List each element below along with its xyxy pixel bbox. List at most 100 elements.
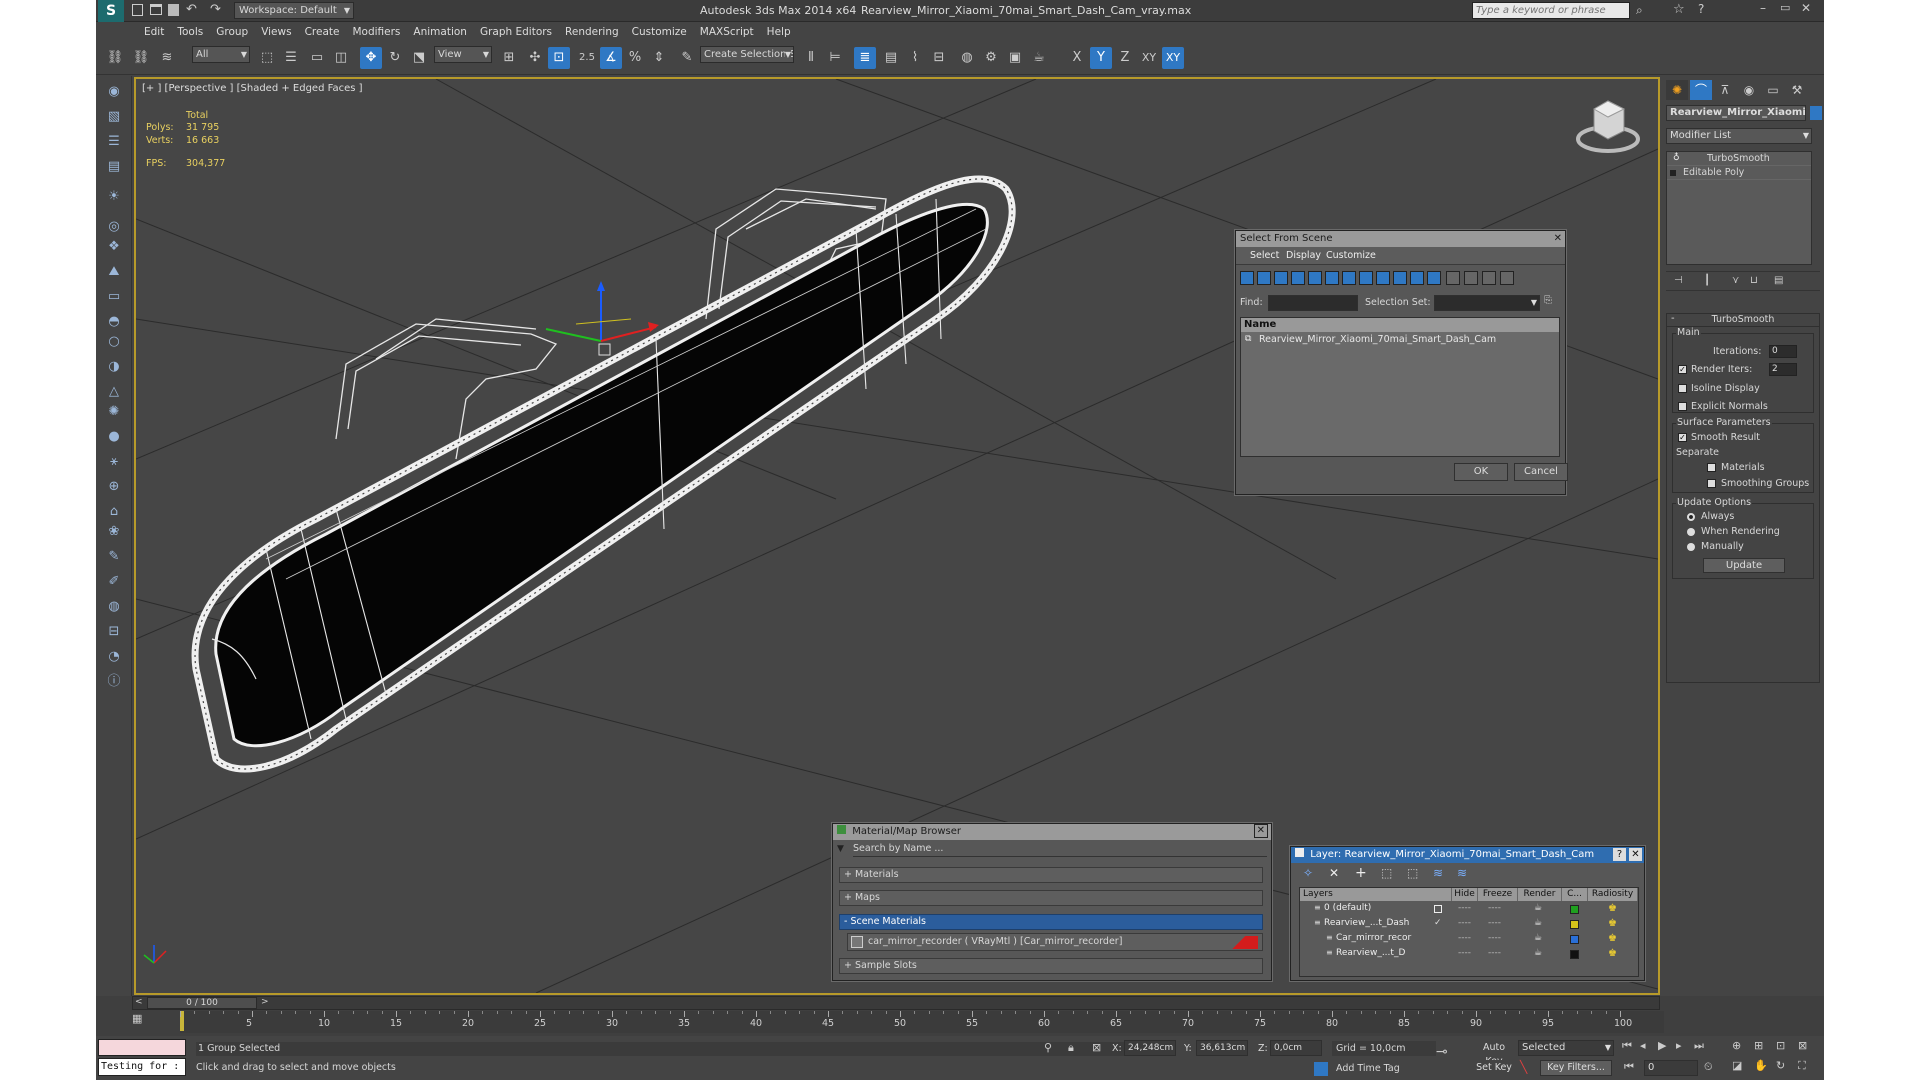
y-coord-field[interactable]: 36,613cm [1196, 1040, 1248, 1056]
menu-help[interactable]: Help [767, 22, 791, 42]
pan-icon[interactable]: ✋ [1754, 1059, 1768, 1072]
named-selection-dropdown[interactable]: Create Selection Se ▼ [700, 46, 794, 63]
radiosity-icon[interactable]: ♚ [1608, 933, 1617, 944]
render-teapot-icon[interactable]: ☕ [1534, 948, 1542, 958]
light-bulb-icon[interactable]: ♁ [1673, 153, 1680, 163]
maximize-viewport-icon[interactable]: ⛶ [1798, 1059, 1806, 1073]
layer-column-header[interactable]: Hide [1452, 888, 1478, 901]
time-slider-thumb[interactable]: 0 / 100 [147, 997, 257, 1009]
isolate-toggle-icon[interactable]: ⚲ [1044, 1041, 1052, 1054]
rollout-header[interactable]: - TurboSmooth [1667, 313, 1819, 327]
materials-checkbox[interactable] [1707, 463, 1716, 472]
add-to-layer-icon[interactable]: + [1355, 865, 1367, 881]
render-iters-spinner[interactable]: 2 [1769, 363, 1797, 376]
selection-filter-dropdown[interactable]: All ▼ [192, 46, 250, 63]
filter-toggle-icon[interactable] [1427, 271, 1441, 285]
key-mode-icon[interactable]: ⊸ [1436, 1044, 1448, 1060]
mirror-icon[interactable]: ⫴ [800, 47, 822, 69]
axis-xy-cycle-button[interactable]: XY [1162, 47, 1184, 69]
spinner-snap-icon[interactable]: ⇕ [648, 47, 670, 69]
open-file-icon[interactable] [150, 4, 162, 15]
viewcube[interactable] [1576, 100, 1640, 153]
list-item[interactable]: ⧉ Rearview_Mirror_Xiaomi_70mai_Smart_Das… [1243, 334, 1557, 347]
menu-group[interactable]: Group [216, 22, 248, 42]
selection-set-dropdown[interactable]: ▼ [1434, 295, 1540, 311]
remove-modifier-icon[interactable]: ⊔ [1750, 275, 1758, 286]
bind-spacewarp-icon[interactable]: ≋ [156, 47, 178, 69]
modify-tab-icon[interactable]: ⌒ [1690, 80, 1712, 100]
manipulate-icon[interactable]: ✣ [524, 47, 546, 69]
radiosity-icon[interactable]: ♚ [1608, 948, 1617, 959]
set-key-icon[interactable]: ╲ [1520, 1060, 1527, 1074]
filter-toggle-icon[interactable] [1342, 271, 1356, 285]
filter-toggle-icon[interactable] [1291, 271, 1305, 285]
app-logo-icon[interactable]: S [98, 0, 124, 22]
pivot-center-icon[interactable]: ⊞ [498, 47, 520, 69]
name-column-header[interactable]: Name [1241, 318, 1559, 332]
spacewarp-icon[interactable]: ⊕ [102, 476, 126, 498]
box-icon[interactable]: ▭ [102, 286, 126, 308]
paint-icon[interactable]: ✐ [102, 571, 126, 593]
curve-editor-toggle-icon[interactable]: ▦ [132, 1012, 148, 1028]
configure-sets-icon[interactable]: ▤ [1774, 275, 1783, 286]
create-tab-icon[interactable]: ✺ [1666, 80, 1688, 100]
cancel-button[interactable]: Cancel [1514, 463, 1568, 481]
menu-create[interactable]: Create [305, 22, 340, 42]
when-rendering-radio[interactable] [1687, 528, 1695, 536]
close-icon[interactable]: ✕ [1801, 1, 1811, 15]
render-teapot-icon[interactable]: ☕ [1534, 918, 1542, 928]
graphite-ribbon-icon[interactable]: ▤ [880, 47, 902, 69]
key-set-dropdown[interactable]: Selected ▼ [1518, 1040, 1614, 1056]
track-bar[interactable]: 5 10 15 20 25 30 35 40 45 50 55 60 65 70 75 80 85 90 95 100 [180, 1011, 1664, 1033]
time-slider[interactable]: < 0 / 100 > [132, 996, 1660, 1010]
select-rotate-icon[interactable]: ↻ [384, 47, 406, 69]
render-production-icon[interactable]: ☕ [1028, 47, 1050, 69]
layer-column-header[interactable]: Render [1518, 888, 1562, 901]
manually-radio[interactable] [1687, 543, 1695, 551]
layer-explorer-icon[interactable]: ≣ [854, 47, 876, 69]
object-name-field[interactable]: Rearview_Mirror_Xiaomi [1666, 105, 1806, 121]
freeze-toggle[interactable]: ---- [1488, 918, 1501, 928]
percent-snap-icon[interactable]: % [624, 47, 646, 69]
filter-toggle-icon[interactable] [1500, 271, 1514, 285]
motion-tab-icon[interactable]: ◉ [1738, 80, 1760, 100]
particle-icon[interactable]: ● [102, 426, 126, 448]
environment-icon[interactable]: ◔ [102, 646, 126, 668]
select-tab-display[interactable]: Display [1286, 250, 1321, 261]
stack-expand-icon[interactable] [1670, 170, 1676, 176]
binoculars-icon[interactable]: ⌕ [1636, 3, 1643, 18]
menu-rendering[interactable]: Rendering [565, 22, 619, 42]
zoom-extents-all-icon[interactable]: ⊠ [1798, 1039, 1807, 1052]
zoom-all-icon[interactable]: ⊞ [1754, 1039, 1763, 1052]
filter-toggle-icon[interactable] [1325, 271, 1339, 285]
zoom-extents-icon[interactable]: ⊡ [1776, 1039, 1785, 1052]
maximize-icon[interactable]: ▭ [1780, 1, 1790, 14]
table-row[interactable]: ≡ 0 (default) ---- ---- ☕ ♚ [1300, 903, 1638, 917]
freeze-toggle[interactable]: ---- [1488, 948, 1501, 958]
cone-icon[interactable]: ◑ [102, 356, 126, 378]
prev-frame-arrow[interactable]: < [135, 997, 143, 1007]
layer-color-swatch[interactable] [1570, 935, 1579, 944]
group-materials[interactable]: + Materials [839, 867, 1263, 883]
layer-column-header[interactable]: Layers [1300, 888, 1452, 901]
material-editor-icon[interactable]: ◍ [956, 47, 978, 69]
close-icon[interactable]: ✕ [1554, 231, 1562, 247]
unlink-icon[interactable]: ⛓ [130, 47, 152, 69]
dialog-titlebar[interactable]: Material/Map Browser ✕ [833, 824, 1271, 840]
make-unique-icon[interactable]: ⋎ [1732, 275, 1739, 286]
layer-manager-icon[interactable]: ▤ [102, 156, 126, 178]
menu-customize[interactable]: Customize [632, 22, 687, 42]
keyboard-shortcut-override-icon[interactable]: ⊡ [548, 47, 570, 69]
go-to-start-icon[interactable]: ⏮ [1622, 1039, 1632, 1053]
modifier-list-dropdown[interactable]: Modifier List ▼ [1666, 128, 1812, 144]
menu-animation[interactable]: Animation [413, 22, 467, 42]
filter-toggle-icon[interactable] [1376, 271, 1390, 285]
filter-toggle-icon[interactable] [1257, 271, 1271, 285]
filter-toggle-icon[interactable] [1482, 271, 1496, 285]
torus-icon[interactable]: ○ [102, 331, 126, 353]
layer-column-header[interactable]: Radiosity [1588, 888, 1638, 901]
select-tab-customize[interactable]: Customize [1326, 250, 1376, 261]
shape-icon[interactable]: ✎ [102, 546, 126, 568]
snaps-toggle-icon[interactable]: 2.5 [576, 47, 598, 69]
axis-xy-button[interactable]: XY [1138, 47, 1160, 69]
